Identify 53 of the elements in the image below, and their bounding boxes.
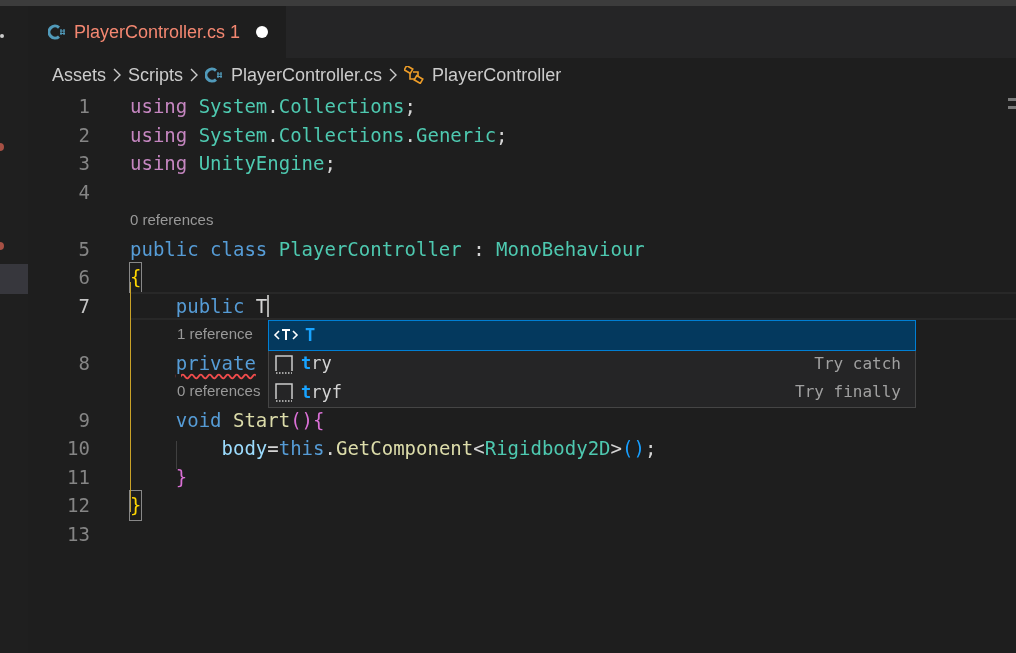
tab-label: PlayerController.cs 1 — [74, 20, 241, 44]
code-line: } — [130, 491, 142, 520]
selected-item-highlight — [0, 264, 28, 294]
snippet-icon — [273, 352, 295, 375]
chevron-icon — [112, 67, 123, 83]
scrollbar-marker — [1008, 98, 1016, 101]
breadcrumb-item[interactable]: PlayerController — [432, 61, 562, 89]
code-line: } — [175, 464, 188, 490]
line-number: 12 — [66, 493, 90, 518]
code-line: private — [175, 350, 256, 376]
breadcrumb-item[interactable]: Scripts — [128, 61, 184, 89]
chevron-icon — [388, 67, 399, 83]
line-number: 4 — [77, 179, 90, 205]
codelens-text[interactable]: 0 references — [130, 209, 214, 232]
code-line: void Start(){ — [175, 407, 325, 433]
breadcrumb-item[interactable]: Assets — [52, 61, 107, 89]
code-line: { — [130, 263, 142, 292]
code-line: public class PlayerController : MonoBehaviour — [130, 236, 645, 262]
line-number: 8 — [77, 350, 90, 376]
line-number: 13 — [66, 521, 90, 547]
suggestion-item[interactable]: T — [269, 321, 915, 350]
class-symbol-icon — [404, 66, 425, 84]
suggestion-label: t ryf — [301, 380, 342, 404]
line-number: 9 — [77, 407, 90, 433]
suggestion-item[interactable]: t ryf Try finally — [269, 378, 915, 407]
csharp-file-icon — [48, 23, 66, 41]
line-number: 3 — [77, 151, 90, 176]
suggestion-detail: Try finally — [795, 381, 901, 404]
suggestion-label: T — [305, 323, 316, 347]
chevron-icon — [189, 67, 200, 83]
code-line: using System.Collections.Generic; — [130, 122, 508, 148]
code-line: using UnityEngine; — [130, 151, 336, 176]
line-number: 11 — [66, 464, 90, 490]
snippet-icon — [273, 381, 295, 404]
code-line: body=this.GetComponent<Rigidbody2D>(); — [221, 436, 657, 461]
suggestion-label: t ry — [301, 352, 332, 375]
line-number: 6 — [77, 265, 90, 290]
line-number: 5 — [77, 236, 90, 262]
code-line: using System.Collections; — [130, 94, 417, 119]
suggestion-item[interactable]: t ry Try catch — [269, 349, 915, 378]
line-number: 7 — [77, 293, 90, 319]
indent-guide — [176, 441, 177, 469]
editor-tab[interactable]: PlayerController.cs 1 — [28, 6, 287, 58]
csharp-file-icon — [205, 66, 224, 84]
codelens-text[interactable]: 1 reference — [177, 323, 253, 346]
codelens-text[interactable]: 0 references — [177, 380, 261, 403]
line-number: 2 — [77, 122, 90, 148]
code-line: public T — [175, 293, 268, 319]
scrollbar-marker — [1008, 106, 1016, 109]
suggestion-detail: Try catch — [814, 352, 901, 375]
line-number: 10 — [66, 436, 90, 461]
breadcrumb-item[interactable]: PlayerController.cs — [231, 61, 383, 89]
line-number: 1 — [77, 94, 90, 119]
